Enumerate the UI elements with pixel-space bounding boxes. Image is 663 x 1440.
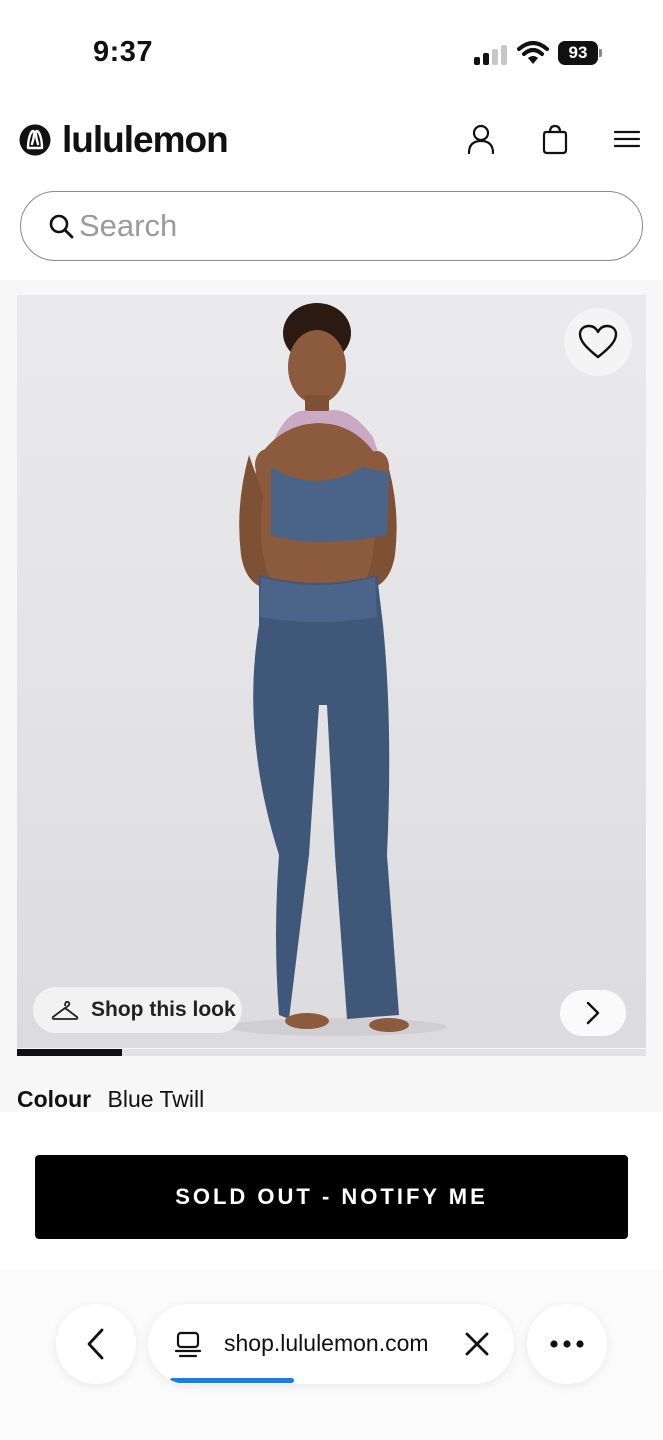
address-bar[interactable]: shop.lululemon.com [148, 1304, 514, 1384]
colour-value: Blue Twill [107, 1086, 205, 1112]
lululemon-logo-icon[interactable] [19, 124, 51, 156]
signal-icon [474, 43, 508, 65]
gallery-progress-fill [17, 1049, 122, 1056]
more-icon [550, 1340, 584, 1348]
status-time: 9:37 [93, 36, 154, 68]
page-load-progress [170, 1378, 295, 1383]
chevron-right-icon [586, 1001, 600, 1025]
status-bar: 9:37 93 [0, 0, 663, 100]
more-button[interactable] [527, 1304, 607, 1384]
menu-icon[interactable] [612, 123, 642, 155]
shop-this-look-label: Shop this look [91, 998, 236, 1021]
back-button[interactable] [56, 1304, 136, 1384]
favorite-button[interactable] [564, 308, 632, 376]
close-icon[interactable] [464, 1331, 490, 1357]
sold-out-notify-button[interactable]: SOLD OUT - NOTIFY ME [35, 1155, 628, 1239]
url-text[interactable]: shop.lululemon.com [224, 1330, 429, 1357]
model-illustration [227, 303, 447, 1036]
brand-name[interactable]: lululemon [62, 119, 229, 161]
colour-row: Colour Blue Twill [17, 1086, 204, 1113]
colour-label: Colour [17, 1086, 92, 1112]
hanger-icon [51, 1000, 79, 1020]
wifi-icon [517, 41, 549, 64]
product-image[interactable] [17, 295, 646, 1048]
shop-this-look-button[interactable]: Shop this look [33, 987, 242, 1033]
tabs-icon [174, 1331, 202, 1358]
heart-icon [578, 324, 618, 359]
gallery-next-button[interactable] [560, 990, 626, 1036]
bag-icon[interactable] [540, 123, 570, 155]
battery-level: 93 [558, 41, 598, 65]
back-icon [87, 1328, 104, 1360]
account-icon[interactable] [466, 123, 496, 155]
battery-icon: 93 [558, 41, 602, 65]
gallery-progress [17, 1049, 646, 1056]
search-icon [49, 214, 74, 239]
search-input[interactable] [79, 202, 619, 250]
search-bar[interactable] [20, 191, 643, 261]
